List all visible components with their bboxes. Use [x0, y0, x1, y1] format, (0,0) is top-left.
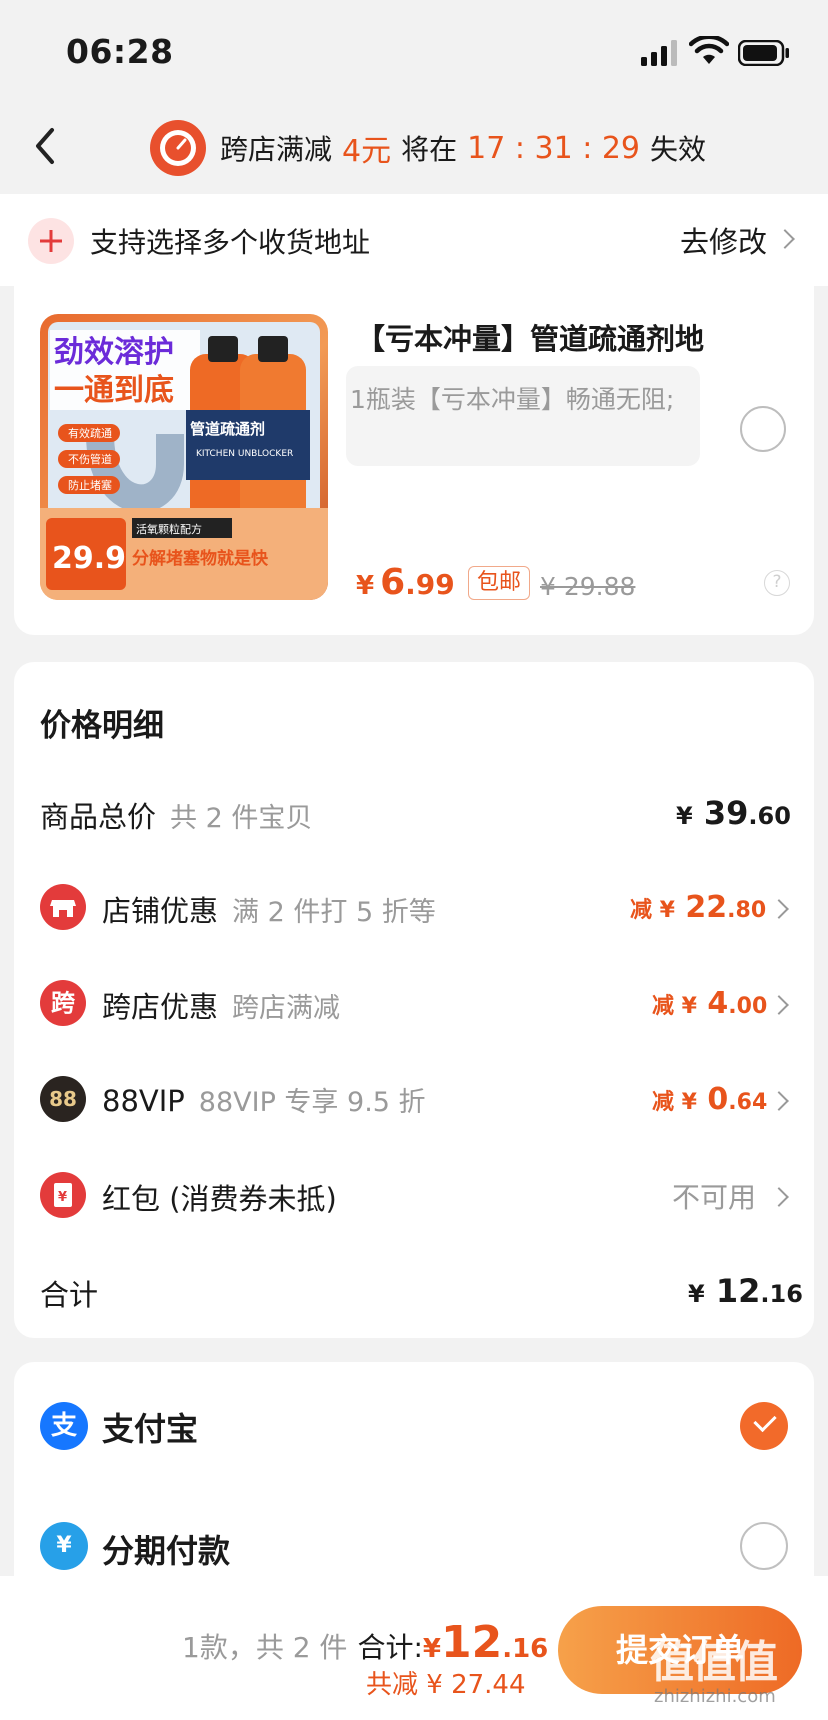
stopwatch-icon — [150, 120, 206, 176]
goods-total-row: 商品总价 共 2 件宝贝 — [40, 794, 312, 836]
image-headline-2: 一通到底 — [54, 373, 174, 408]
shop-discount-dec: .80 — [727, 898, 767, 923]
cross-store-dec: .00 — [728, 994, 768, 1019]
product-image[interactable]: 劲效溶护 一通到底 有效疏通 不伤管道 防止堵塞 管道疏通剂 KITCHEN U… — [40, 314, 328, 600]
price-int: 6 — [380, 562, 406, 603]
add-address-icon[interactable] — [28, 218, 74, 264]
vip-row[interactable]: 88VIP 88VIP 专享 9.5 折 — [102, 1080, 426, 1119]
battery-icon — [738, 40, 789, 66]
vip-int: 0 — [707, 1082, 729, 1117]
alipay-selected-check[interactable] — [740, 1402, 788, 1450]
image-formula: 活氧颗粒配方 — [136, 522, 202, 536]
details-total-label: 合计 — [40, 1278, 99, 1312]
shop-discount-label: 店铺优惠 — [102, 894, 219, 928]
countdown-timer: 17 : 31 : 29 — [467, 130, 641, 166]
shop-discount-prefix: 减 ¥ — [630, 898, 675, 923]
shop-discount-row[interactable]: 店铺优惠 满 2 件打 5 折等 — [102, 888, 436, 930]
shop-icon — [40, 884, 86, 930]
price-currency: ¥ — [356, 571, 375, 601]
vip-amount: 减 ¥ 0.64 — [652, 1082, 767, 1117]
goods-total-count: 共 2 件宝贝 — [170, 803, 313, 834]
free-shipping-badge: 包邮 — [468, 566, 531, 600]
total-int: 12 — [440, 1617, 503, 1668]
goods-total-dec: .60 — [748, 802, 791, 830]
installment-icon: ¥ — [40, 1522, 88, 1570]
watermark-url: zhizhizhi.com — [654, 1686, 776, 1707]
cross-store-label: 跨店优惠 — [102, 990, 219, 1024]
goods-total-amount: ¥ 39.60 — [676, 794, 791, 832]
shop-discount-int: 22 — [685, 890, 728, 925]
total-saving: 共减 ¥ 27.44 — [366, 1670, 526, 1700]
price-details-title: 价格明细 — [40, 708, 164, 744]
installment-radio[interactable] — [740, 1522, 788, 1570]
cross-store-icon: 跨 — [40, 980, 86, 1026]
edit-address-link[interactable]: 去修改 — [680, 219, 767, 261]
details-total-dec: .16 — [760, 1280, 803, 1308]
status-time: 06:28 — [66, 32, 174, 71]
total-dec: .16 — [502, 1634, 549, 1664]
image-headline-1: 劲效溶护 — [54, 335, 174, 370]
promo-label: 跨店满减 — [220, 133, 333, 166]
image-label-3: 防止堵塞 — [68, 478, 112, 492]
details-total-int: 12 — [715, 1272, 761, 1310]
vip-icon: 88 — [40, 1076, 86, 1122]
promo-amount: 4元 — [342, 134, 392, 169]
original-price: ¥ 29.88 — [540, 572, 636, 601]
details-total-amount: ¥ 12.16 — [688, 1272, 803, 1310]
alipay-label[interactable]: 支付宝 — [102, 1404, 198, 1450]
back-icon[interactable] — [30, 124, 64, 168]
bottle-sub: KITCHEN UNBLOCKER — [196, 449, 293, 459]
image-label-2: 不伤管道 — [68, 452, 112, 466]
watermark: 值值值 — [650, 1637, 778, 1688]
bottle-label: 管道疏通剂 — [190, 420, 265, 438]
red-packet-symbol: ¥ — [58, 1190, 67, 1205]
details-total-currency: ¥ — [688, 1280, 705, 1308]
item-count: 1款，共 2 件 — [182, 1631, 348, 1664]
red-packet-label[interactable]: 红包 (消费券未抵) — [102, 1176, 337, 1218]
goods-total-int: 39 — [703, 794, 749, 832]
cross-store-desc: 跨店满减 — [232, 993, 341, 1024]
promo-expire-prefix: 将在 — [401, 133, 458, 166]
total-currency: ¥ — [422, 1634, 441, 1664]
address-hint: 支持选择多个收货地址 — [90, 226, 371, 259]
red-packet-icon: ¥ — [40, 1172, 86, 1218]
cross-store-prefix: 减 ¥ — [652, 994, 697, 1019]
image-badge-price: 29.9 — [52, 541, 126, 576]
shop-discount-desc: 满 2 件打 5 折等 — [232, 897, 436, 928]
goods-total-currency: ¥ — [676, 802, 693, 830]
vip-desc: 88VIP 专享 9.5 折 — [198, 1087, 426, 1118]
signal-icon — [641, 40, 677, 66]
order-summary: 1款，共 2 件 合计: ¥ 12 .16 — [182, 1617, 548, 1668]
alipay-icon: 支 — [40, 1402, 88, 1450]
cross-store-amount: 减 ¥ 4.00 — [652, 986, 767, 1021]
wifi-icon — [689, 36, 729, 64]
shop-discount-amount: 减 ¥ 22.80 — [630, 890, 766, 925]
cross-store-int: 4 — [707, 986, 729, 1021]
vip-prefix: 减 ¥ — [652, 1090, 697, 1115]
product-spec[interactable]: 1瓶装【亏本冲量】畅通无阻; — [346, 366, 700, 466]
product-price: ¥6.99 — [356, 562, 455, 603]
red-packet-status: 不可用 — [672, 1181, 757, 1214]
image-label-1: 有效疏通 — [68, 426, 112, 440]
price-dec: .99 — [405, 568, 455, 601]
vip-label: 88VIP — [102, 1084, 185, 1118]
promo-countdown-banner: 跨店满减 4元 将在 17 : 31 : 29 失效 — [150, 120, 706, 176]
promo-expire-suffix: 失效 — [650, 133, 707, 166]
installment-label[interactable]: 分期付款 — [102, 1526, 230, 1572]
goods-total-label: 商品总价 — [40, 800, 157, 834]
question-icon[interactable]: ? — [764, 570, 790, 596]
total-label: 合计: — [357, 1631, 423, 1664]
vip-dec: .64 — [728, 1090, 768, 1115]
image-slogan: 分解堵塞物就是快 — [132, 548, 269, 569]
product-select-radio[interactable] — [740, 406, 786, 452]
product-title[interactable]: 【亏本冲量】管道疏通剂地 — [356, 316, 704, 358]
cross-store-row[interactable]: 跨店优惠 跨店满减 — [102, 984, 340, 1026]
